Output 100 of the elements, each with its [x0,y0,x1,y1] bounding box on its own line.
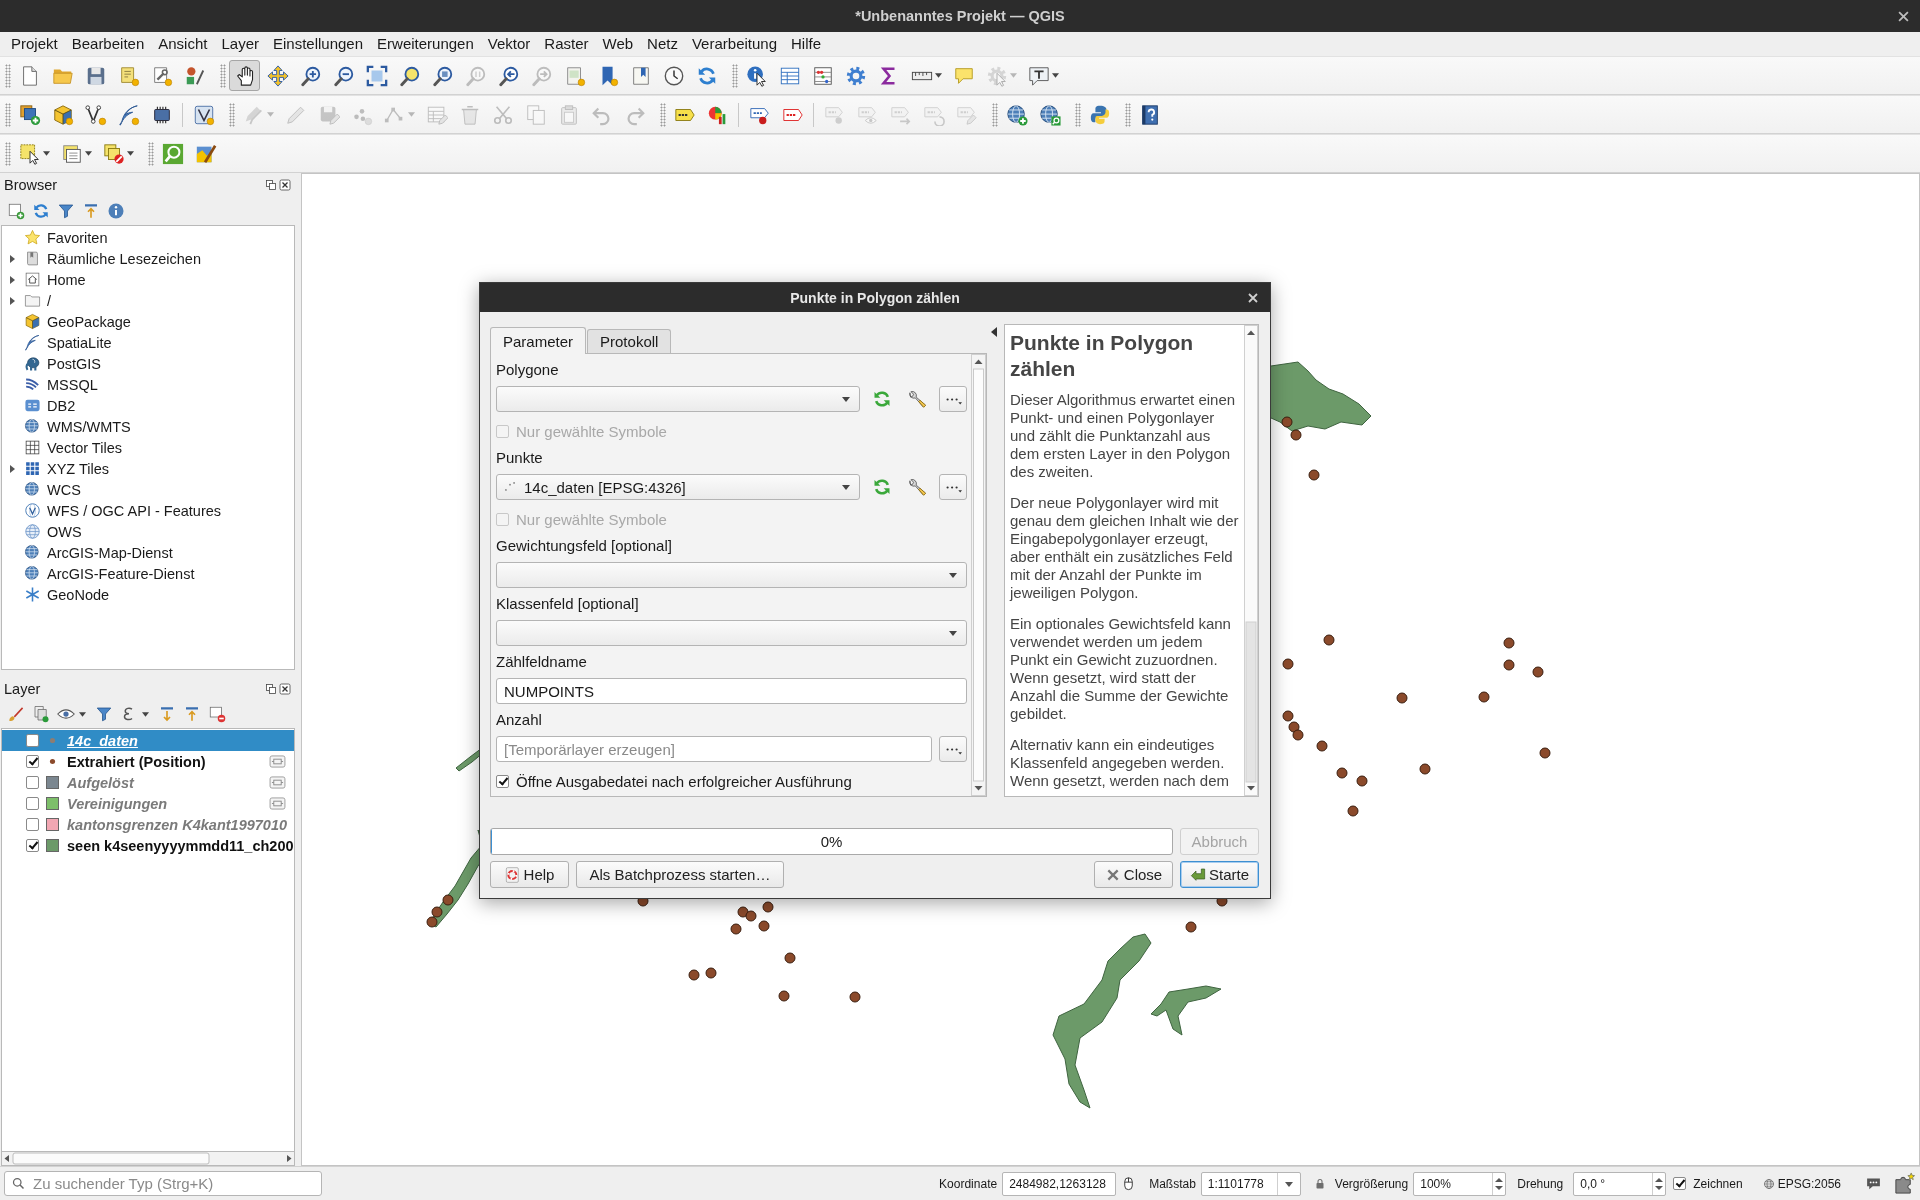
layer-row[interactable]: Vereinigungen [2,793,294,814]
pages-dot-icon[interactable] [32,705,50,723]
tree-item[interactable]: ArcGIS-Map-Dienst [47,544,173,561]
menu-item[interactable]: Vektor [480,33,538,55]
tab[interactable]: Parameter [490,327,587,354]
scale-dropdown[interactable]: 1:1101778 [1200,1171,1301,1196]
rotation-spinbox[interactable]: 0,0 ° [1573,1171,1667,1196]
float-icon[interactable] [265,683,277,695]
expander-icon[interactable] [8,275,16,284]
field-dropdown[interactable] [496,620,967,646]
run-button[interactable]: Starte [1180,861,1259,888]
expander-icon[interactable] [8,464,16,473]
close-icon[interactable] [1898,10,1909,22]
field-dropdown[interactable] [496,562,967,588]
checkbox[interactable] [26,776,39,789]
puzzle-icon[interactable] [1893,1172,1916,1195]
search-field[interactable]: Zu suchender Typ (Strg+K) [4,1171,322,1196]
checkbox[interactable] [496,774,509,788]
tree-item[interactable]: WMS/WMTS [47,418,131,435]
toolbar-grip[interactable] [5,141,11,166]
toolbar-grip[interactable] [660,102,666,127]
toolbar-grip[interactable] [148,141,154,166]
toolbar-grip[interactable] [5,63,11,88]
tree-item[interactable]: Vector Tiles [47,439,122,456]
menu-item[interactable]: Verarbeitung [684,33,784,55]
toolbar-grip[interactable] [992,102,998,127]
vertical-scrollbar[interactable] [1244,325,1258,796]
tree-item[interactable]: Home [47,271,86,288]
layer-row[interactable]: Aufgelöst [2,772,294,793]
tree-item[interactable]: MSSQL [47,376,98,393]
layer-row[interactable]: Extrahiert (Position) [2,751,294,772]
collapse-icon[interactable] [82,202,100,220]
layer-row[interactable]: kantonsgrenzen K4kant1997010 [2,814,294,835]
toolbar-grip[interactable] [732,63,738,88]
caret-icon[interactable] [79,711,86,717]
options-button[interactable] [939,736,967,762]
brush-icon[interactable] [7,705,25,723]
magnifier-spinbox[interactable]: 100% [1413,1171,1507,1196]
crs-button[interactable]: EPSG:2056 [1777,1176,1841,1191]
expander-icon[interactable] [8,254,16,263]
tree-item[interactable]: OWS [47,523,82,540]
layer-dropdown[interactable]: 14c_daten [EPSG:4326] [496,474,860,500]
remove-icon[interactable] [208,705,226,723]
toolbar-grip[interactable] [5,102,11,127]
chip-icon[interactable] [269,776,286,789]
coordinate-field[interactable]: 2484982,1263128 [1002,1171,1117,1196]
add-icon[interactable] [7,202,25,220]
checkbox[interactable] [26,818,39,831]
filter-icon[interactable] [57,202,75,220]
close-icon[interactable] [279,683,291,695]
tree-item[interactable]: SpatiaLite [47,334,112,351]
layer-row[interactable]: 14c_daten [2,730,294,751]
checkbox[interactable] [26,734,39,747]
tree-item[interactable]: GeoPackage [47,313,131,330]
tree-item[interactable]: / [47,292,52,309]
wrench-icon[interactable] [907,477,927,497]
toolbar-grip[interactable] [229,102,235,127]
help-button[interactable]: Help [490,861,569,888]
refresh-icon[interactable] [32,202,50,220]
info-icon[interactable] [107,202,125,220]
float-icon[interactable] [265,179,277,191]
refresh-icon[interactable] [872,389,892,409]
tree-item[interactable]: WFS / OGC API - Features [47,502,222,519]
tree-item[interactable]: Favoriten [47,229,108,246]
menu-item[interactable]: Erweiterungen [370,33,481,55]
spin-arrows-icon[interactable] [1652,1172,1666,1195]
toolbar-grip[interactable] [1125,102,1131,127]
wrench-icon[interactable] [907,389,927,409]
collapse-icon[interactable] [183,705,201,723]
tree-item[interactable]: XYZ Tiles [47,460,110,477]
expand-icon[interactable] [158,705,176,723]
options-button[interactable] [939,386,967,412]
filter-icon[interactable] [95,705,113,723]
options-button[interactable] [939,474,967,500]
text-field[interactable]: NUMPOINTS [496,678,967,704]
vertical-scrollbar[interactable] [971,354,986,796]
menu-item[interactable]: Ansicht [151,33,215,55]
tree-item[interactable]: WCS [47,481,81,498]
close-button[interactable]: Close [1094,861,1173,888]
tree-item[interactable]: ArcGIS-Feature-Dienst [47,565,195,582]
menu-item[interactable]: Projekt [4,33,65,55]
refresh-icon[interactable] [872,477,892,497]
toolbar-button[interactable] [229,60,260,91]
menu-item[interactable]: Web [595,33,641,55]
spin-arrows-icon[interactable] [1492,1172,1506,1195]
horizontal-scrollbar[interactable] [1,1151,295,1166]
layer-row[interactable]: seen k4seenyyyymmdd11_ch200 [2,835,294,856]
toolbar-grip[interactable] [1075,102,1081,127]
tree-item[interactable]: GeoNode [47,586,110,603]
menu-item[interactable]: Layer [214,33,266,55]
close-icon[interactable] [279,179,291,191]
menu-item[interactable]: Netz [640,33,685,55]
chip-icon[interactable] [269,755,286,768]
menu-item[interactable]: Raster [537,33,596,55]
globe-icon[interactable] [1762,1177,1775,1190]
batch-button[interactable]: Als Batchprozess starten… [576,861,784,888]
tree-item[interactable]: DB2 [47,397,76,414]
checkbox[interactable] [26,755,39,768]
tab[interactable]: Protokoll [587,329,672,353]
checkbox[interactable] [26,797,39,810]
